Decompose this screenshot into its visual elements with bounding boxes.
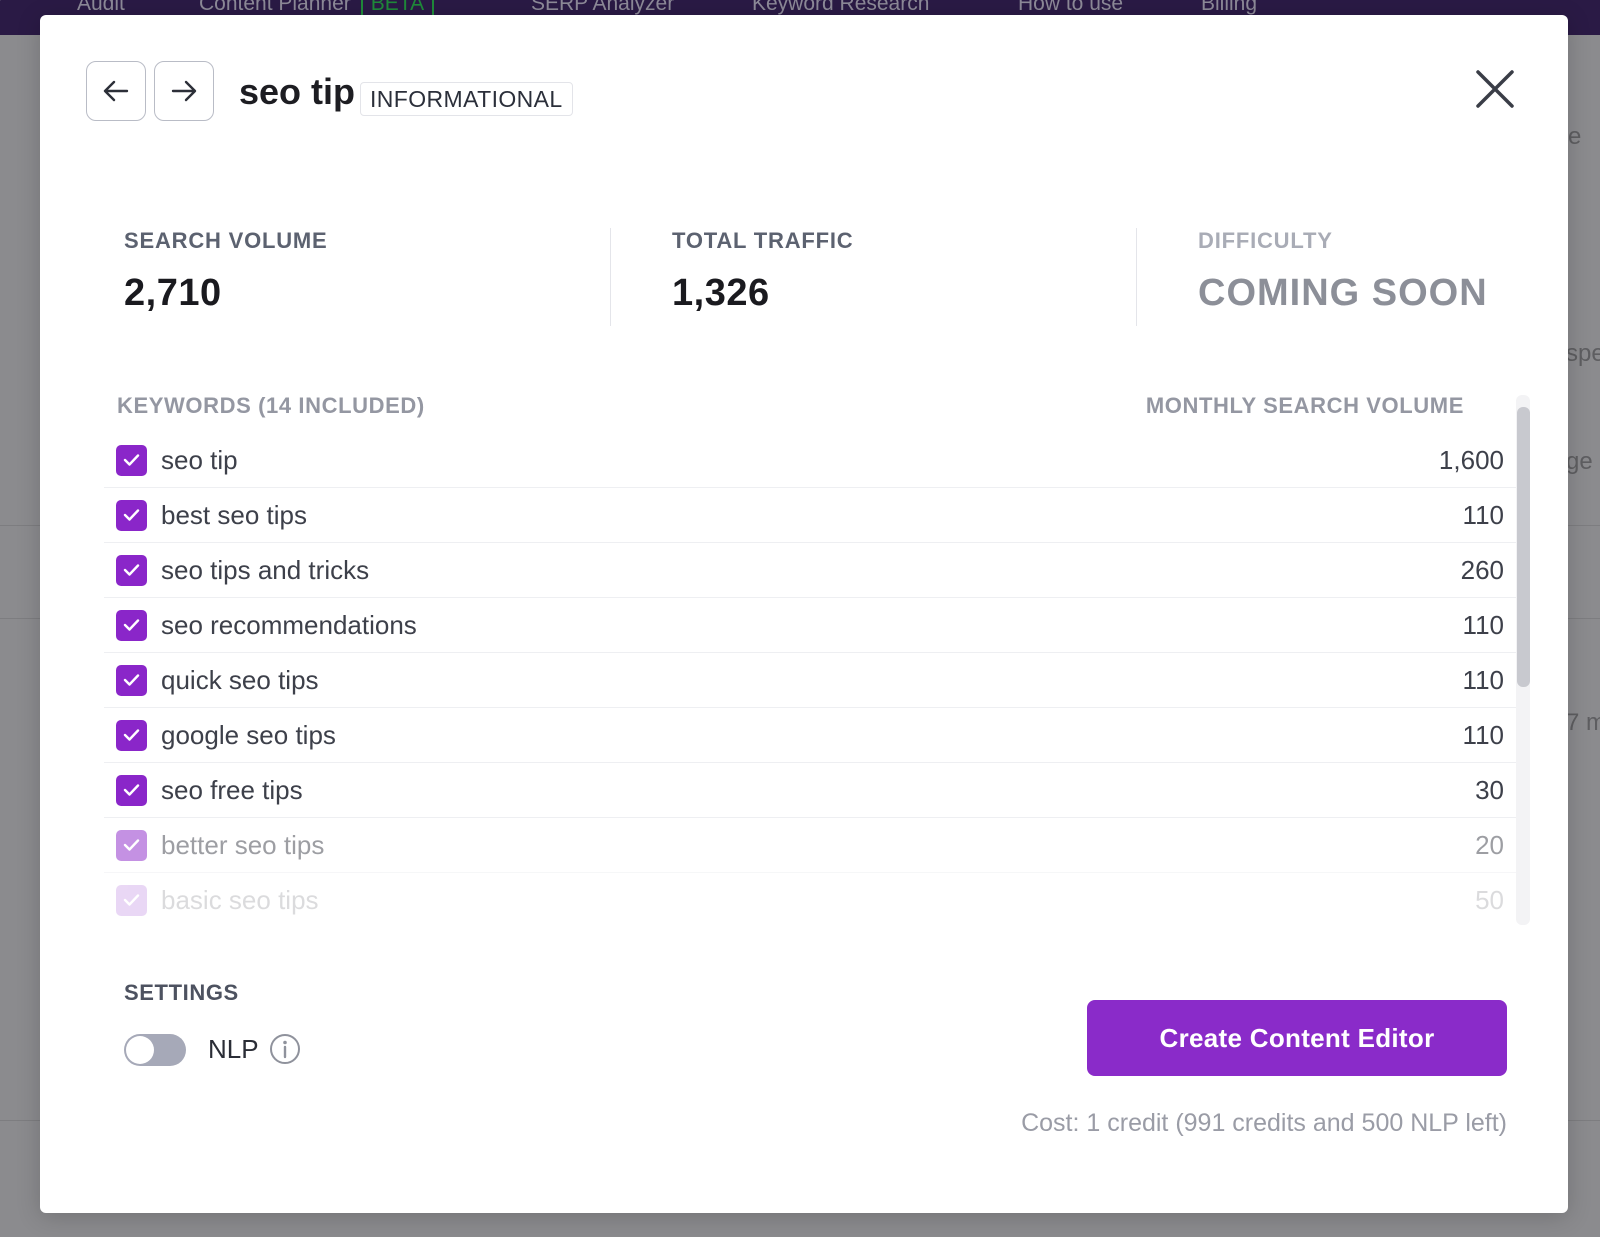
- check-icon: [123, 894, 140, 906]
- arrow-right-icon: [171, 80, 197, 102]
- keyword-checkbox[interactable]: [116, 885, 147, 916]
- stat-value: COMING SOON: [1198, 272, 1488, 314]
- keyword-row[interactable]: seo tip 1,600: [104, 433, 1520, 488]
- keyword-text: seo tips and tricks: [161, 555, 370, 585]
- keyword-volume: 110: [1462, 500, 1504, 530]
- check-icon: [123, 839, 140, 851]
- keyword-volume: 1,600: [1438, 445, 1504, 475]
- nav-item-how-to-use[interactable]: How to use: [1018, 0, 1123, 16]
- keyword-text: google seo tips: [161, 720, 336, 750]
- create-content-editor-button[interactable]: Create Content Editor: [1087, 1000, 1507, 1076]
- keyword-text: seo tip: [161, 445, 238, 475]
- keyword-volume: 20: [1475, 830, 1504, 860]
- keyword-row[interactable]: seo recommendations 110: [104, 598, 1520, 653]
- keyword-row[interactable]: best seo tips 110: [104, 488, 1520, 543]
- nav-item-audit[interactable]: Audit: [77, 0, 125, 16]
- keyword-row[interactable]: google seo tips 110: [104, 708, 1520, 763]
- keyword-row[interactable]: seo free tips 30: [104, 763, 1520, 818]
- keyword-text: best seo tips: [161, 500, 307, 530]
- keyword-row[interactable]: quick seo tips 110: [104, 653, 1520, 708]
- keyword-row[interactable]: seo tips and tricks 260: [104, 543, 1520, 598]
- nav-item-serp-analyzer[interactable]: SERP Analyzer: [531, 0, 674, 16]
- keyword-text: quick seo tips: [161, 665, 319, 695]
- scrollbar-thumb[interactable]: [1517, 407, 1530, 687]
- nlp-label: NLP: [208, 1034, 259, 1064]
- keyword-volume: 110: [1462, 610, 1504, 640]
- stat-difficulty: DIFFICULTY COMING SOON: [1198, 228, 1488, 315]
- keyword-row[interactable]: better seo tips 20: [104, 818, 1520, 873]
- nav-item-billing[interactable]: Billing: [1201, 0, 1257, 16]
- keyword-volume: 110: [1462, 720, 1504, 750]
- divider: [1136, 228, 1137, 326]
- stat-label: SEARCH VOLUME: [124, 228, 328, 253]
- background-text: ge l: [1566, 448, 1600, 475]
- background-text: spe: [1566, 340, 1600, 367]
- toggle-knob: [126, 1036, 154, 1064]
- nav-item-content-planner[interactable]: Content Planner BETA: [199, 0, 435, 16]
- check-icon: [123, 509, 140, 521]
- check-icon: [123, 454, 140, 466]
- create-content-editor-modal: seo tip INFORMATIONAL SEARCH VOLUME 2,71…: [40, 15, 1568, 1213]
- previous-keyword-button[interactable]: [86, 61, 146, 121]
- check-icon: [123, 564, 140, 576]
- keyword-volume: 30: [1475, 775, 1504, 805]
- keywords-header: KEYWORDS (14 INCLUDED): [117, 393, 425, 418]
- check-icon: [123, 674, 140, 686]
- stat-search-volume: SEARCH VOLUME 2,710: [124, 228, 328, 315]
- close-icon: [1476, 70, 1514, 108]
- keyword-checkbox[interactable]: [116, 720, 147, 751]
- keyword-row[interactable]: basic seo tips 50: [104, 873, 1520, 925]
- page-title: seo tip: [239, 71, 356, 112]
- arrow-left-icon: [103, 80, 129, 102]
- keyword-text: seo recommendations: [161, 610, 417, 640]
- close-button[interactable]: [1472, 66, 1518, 112]
- nav-fragment: r: [0, 0, 1, 16]
- stat-value: 1,326: [672, 272, 770, 314]
- info-icon[interactable]: [269, 1033, 301, 1065]
- keyword-checkbox[interactable]: [116, 555, 147, 586]
- keyword-volume: 260: [1460, 555, 1504, 585]
- keyword-text: better seo tips: [161, 830, 325, 860]
- keyword-checkbox[interactable]: [116, 445, 147, 476]
- next-keyword-button[interactable]: [154, 61, 214, 121]
- nav-item-keyword-research[interactable]: Keyword Research: [752, 0, 929, 16]
- keyword-checkbox[interactable]: [116, 665, 147, 696]
- check-icon: [123, 784, 140, 796]
- stat-total-traffic: TOTAL TRAFFIC 1,326: [672, 228, 854, 315]
- stat-label: DIFFICULTY: [1198, 228, 1333, 253]
- keyword-volume: 50: [1475, 885, 1504, 915]
- divider: [610, 228, 611, 326]
- monthly-volume-header: MONTHLY SEARCH VOLUME: [1145, 393, 1464, 418]
- cost-text: Cost: 1 credit (991 credits and 500 NLP …: [1021, 1109, 1507, 1137]
- keyword-volume: 110: [1462, 665, 1504, 695]
- check-icon: [123, 729, 140, 741]
- keyword-checkbox[interactable]: [116, 775, 147, 806]
- settings-label: SETTINGS: [124, 980, 239, 1005]
- stat-value: 2,710: [124, 272, 222, 314]
- nav-item-label: Content Planner: [199, 0, 351, 15]
- keyword-checkbox[interactable]: [116, 610, 147, 641]
- keyword-text: basic seo tips: [161, 885, 319, 915]
- check-icon: [123, 619, 140, 631]
- background-text: 7 m: [1566, 709, 1600, 736]
- stat-label: TOTAL TRAFFIC: [672, 228, 854, 253]
- keyword-checkbox[interactable]: [116, 830, 147, 861]
- keyword-checkbox[interactable]: [116, 500, 147, 531]
- keyword-list: seo tip 1,600 best seo tips 110 seo tips…: [104, 433, 1520, 925]
- beta-tag: BETA: [360, 0, 435, 15]
- keyword-text: seo free tips: [161, 775, 303, 805]
- intent-badge: INFORMATIONAL: [360, 82, 573, 116]
- nlp-toggle[interactable]: [124, 1034, 186, 1066]
- background-text: e: [1568, 123, 1582, 150]
